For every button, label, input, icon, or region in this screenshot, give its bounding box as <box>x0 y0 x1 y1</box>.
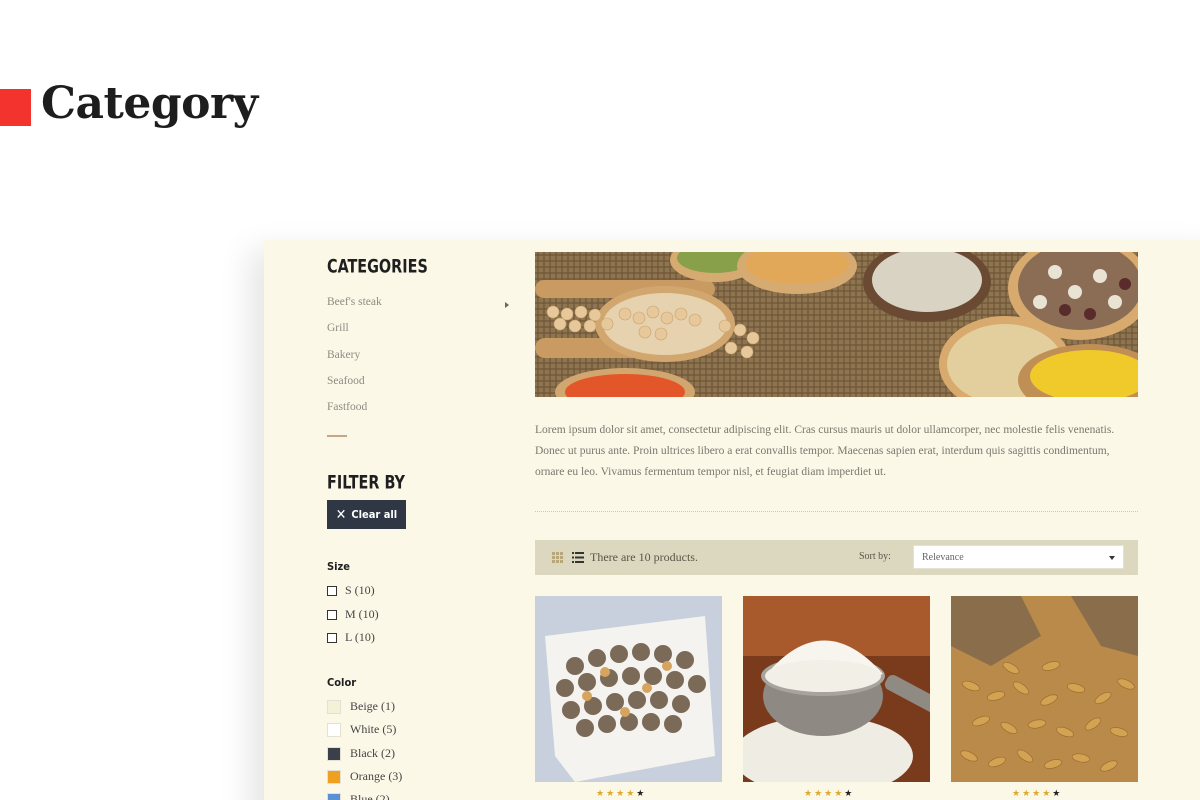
star-icon: ★★★★ <box>596 789 637 799</box>
checkbox[interactable] <box>327 632 337 643</box>
list-view-icon[interactable] <box>572 552 584 563</box>
star-icon: ★★★★ <box>1012 789 1053 799</box>
category-link-beefs-steak[interactable]: Beef's steak <box>327 296 382 308</box>
color-facet-title: Color <box>327 676 357 689</box>
product-count: There are 10 products. <box>590 550 698 564</box>
category-banner-image <box>535 252 1138 397</box>
star-icon: ★ <box>1052 789 1063 799</box>
store-page-panel: CATEGORIES Beef's steak Grill Bakery Sea… <box>264 240 1200 800</box>
color-swatch[interactable] <box>327 722 341 737</box>
product-rating: ★★★★★ <box>596 789 646 799</box>
sort-label: Sort by: <box>859 551 891 562</box>
filter-heading: FILTER BY <box>327 471 405 493</box>
title-accent-square <box>0 89 31 126</box>
star-icon: ★ <box>844 789 855 799</box>
page-title: Category <box>41 78 258 129</box>
sort-selected-value: Relevance <box>922 552 964 563</box>
size-option-s[interactable]: S (10) <box>327 583 375 598</box>
checkbox[interactable] <box>327 585 337 596</box>
color-option-blue[interactable]: Blue (2) <box>327 792 390 800</box>
color-swatch[interactable] <box>327 769 341 784</box>
star-icon: ★ <box>636 789 647 799</box>
color-option-label: White (5) <box>350 722 397 736</box>
close-icon: ✕ <box>335 506 347 523</box>
size-option-l[interactable]: L (10) <box>327 630 375 645</box>
product-rating: ★★★★★ <box>804 789 854 799</box>
color-swatch[interactable] <box>327 792 341 800</box>
product-card-image[interactable] <box>535 596 722 782</box>
size-option-label: M (10) <box>345 607 379 621</box>
caret-down-icon <box>1109 556 1115 560</box>
color-option-label: Orange (3) <box>350 769 403 783</box>
product-card-image[interactable] <box>743 596 930 782</box>
color-swatch[interactable] <box>327 699 341 714</box>
product-list-toolbar: There are 10 products. Sort by: Relevanc… <box>535 540 1138 575</box>
category-link-grill[interactable]: Grill <box>327 322 349 334</box>
color-option-label: Blue (2) <box>350 792 390 800</box>
size-facet-title: Size <box>327 560 350 573</box>
color-option-label: Beige (1) <box>350 699 395 713</box>
color-swatch[interactable] <box>327 746 341 761</box>
category-link-fastfood[interactable]: Fastfood <box>327 401 367 413</box>
chevron-right-icon[interactable] <box>505 302 509 308</box>
checkbox[interactable] <box>327 609 337 620</box>
color-option-white[interactable]: White (5) <box>327 722 396 737</box>
category-description: Lorem ipsum dolor sit amet, consectetur … <box>535 424 1115 478</box>
product-card-image[interactable] <box>951 596 1138 782</box>
color-option-label: Black (2) <box>350 746 395 760</box>
sort-select[interactable]: Relevance <box>913 545 1124 569</box>
grid-view-icon[interactable] <box>552 552 563 563</box>
clear-all-button[interactable]: ✕ Clear all <box>327 500 406 529</box>
category-link-bakery[interactable]: Bakery <box>327 349 360 361</box>
section-divider <box>535 511 1138 512</box>
color-option-orange[interactable]: Orange (3) <box>327 769 402 784</box>
section-divider <box>327 435 347 437</box>
size-option-label: S (10) <box>345 583 375 597</box>
color-option-black[interactable]: Black (2) <box>327 746 395 761</box>
category-link-seafood[interactable]: Seafood <box>327 375 365 387</box>
categories-heading: CATEGORIES <box>327 255 428 277</box>
star-icon: ★★★★ <box>804 789 845 799</box>
size-option-m[interactable]: M (10) <box>327 607 379 622</box>
product-rating: ★★★★★ <box>1012 789 1062 799</box>
color-option-beige[interactable]: Beige (1) <box>327 699 395 714</box>
clear-all-label: Clear all <box>351 508 398 521</box>
size-option-label: L (10) <box>345 630 375 644</box>
